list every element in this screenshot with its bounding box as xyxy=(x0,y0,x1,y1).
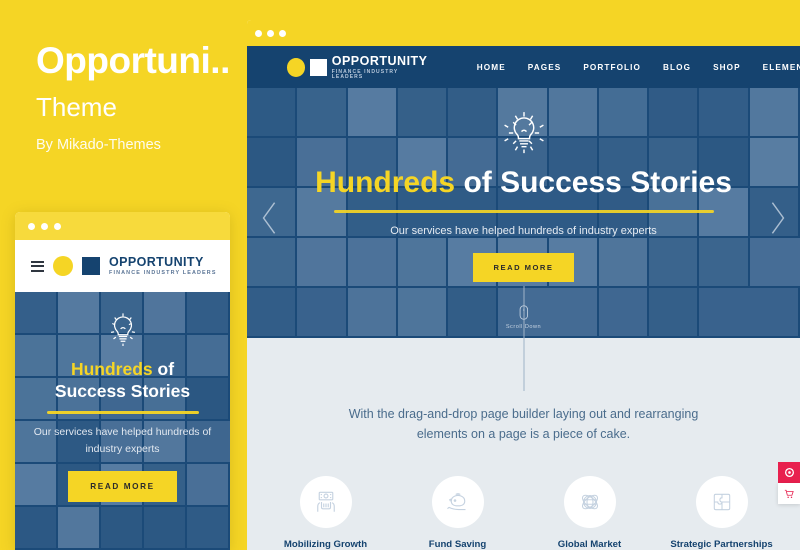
hero-headline: Hundreds of Success Stories xyxy=(315,168,732,198)
brand-name: OPPORTUNITY xyxy=(109,254,204,269)
cart-icon xyxy=(784,489,794,498)
lightbulb-gear-icon xyxy=(110,313,135,347)
feature-title: Mobilizing Growth Capital xyxy=(283,539,368,550)
feature-item[interactable]: Strategic Partnerships Combining top fin… xyxy=(669,476,774,550)
target-icon xyxy=(784,467,794,478)
mobile-headline-line1: Hundreds of xyxy=(71,358,174,380)
intro-line-1: With the drag-and-drop page builder layi… xyxy=(348,407,699,421)
feature-icon-wrap xyxy=(299,476,352,528)
site-navbar: OPPORTUNITY FINANCE INDUSTRY LEADERS HOM… xyxy=(247,46,800,88)
window-dot-close-icon xyxy=(255,29,262,37)
mobile-hero-section: Hundreds of Success Stories Our services… xyxy=(15,292,230,550)
scroll-down-indicator[interactable]: Scroll Down xyxy=(506,305,541,330)
nav-item-pages[interactable]: PAGES xyxy=(528,63,562,72)
brand-name: OPPORTUNITY xyxy=(331,53,428,68)
nav-item-elements[interactable]: ELEMENTS xyxy=(763,63,800,72)
feature-title: Global Market Analysis xyxy=(557,539,622,550)
window-dot-minimize-icon xyxy=(267,29,274,37)
globe-atom-icon xyxy=(581,494,598,510)
brand-logo[interactable]: OPPORTUNITY FINANCE INDUSTRY LEADERS xyxy=(109,256,217,276)
mobile-read-more-button[interactable]: READ MORE xyxy=(68,471,177,503)
hero-headline-rest: of Success Stories xyxy=(455,166,732,199)
content-section: With the drag-and-drop page builder layi… xyxy=(247,286,800,550)
hero-description: Our services have helped hundreds of ind… xyxy=(390,225,657,237)
main-menu: HOME PAGES PORTFOLIO BLOG SHOP ELEMENTS xyxy=(477,63,800,72)
brand-logo[interactable]: OPPORTUNITY FINANCE INDUSTRY LEADERS xyxy=(287,53,429,80)
feature-icon-wrap xyxy=(563,476,616,528)
hero-slider: Hundreds of Success Stories Our services… xyxy=(247,88,800,338)
promo-subtitle: Theme xyxy=(36,92,117,122)
hero-read-more-button[interactable]: READ MORE xyxy=(472,253,575,282)
intro-paragraph: With the drag-and-drop page builder layi… xyxy=(247,404,800,445)
feature-item[interactable]: Fund Saving Strategies Combining top fin… xyxy=(405,476,510,550)
nav-item-portfolio[interactable]: PORTFOLIO xyxy=(583,63,641,72)
feature-item[interactable]: Global Market Analysis Combining top fin… xyxy=(537,476,642,550)
nav-item-shop[interactable]: SHOP xyxy=(713,63,741,72)
feature-item[interactable]: Mobilizing Growth Capital Combining top … xyxy=(273,476,378,550)
nav-item-home[interactable]: HOME xyxy=(477,63,506,72)
mobile-headline-rest: of xyxy=(152,359,175,379)
intro-line-2: elements on a page is a piece of cake. xyxy=(416,427,631,442)
page-title: Opportuni.. xyxy=(36,40,230,81)
purchase-widget-button[interactable] xyxy=(778,462,800,483)
hamburger-menu-icon[interactable] xyxy=(31,260,44,272)
logo-circle-icon xyxy=(287,57,306,77)
puzzle-icon xyxy=(713,493,730,511)
floating-side-widgets xyxy=(778,462,800,504)
feature-icon-wrap xyxy=(431,476,484,528)
promo-author: By Mikado-Themes xyxy=(36,137,161,153)
logo-circle-icon xyxy=(53,256,73,276)
mobile-navbar: OPPORTUNITY FINANCE INDUSTRY LEADERS xyxy=(15,240,230,292)
mouse-icon xyxy=(519,305,528,320)
hands-money-icon xyxy=(316,491,335,512)
divider xyxy=(333,210,714,213)
nav-item-blog[interactable]: BLOG xyxy=(663,63,691,72)
mobile-headline-highlight: Hundreds xyxy=(70,359,153,379)
brand-tagline: FINANCE INDUSTRY LEADERS xyxy=(331,68,399,80)
hero-headline-highlight: Hundreds xyxy=(315,166,456,199)
lightbulb-gear-icon xyxy=(503,112,544,154)
feature-icon-wrap xyxy=(695,476,748,528)
mobile-headline-line2: Success Stories xyxy=(54,381,191,402)
window-dot-close-icon xyxy=(28,222,35,230)
features-row: Mobilizing Growth Capital Combining top … xyxy=(247,476,800,550)
scroll-down-label: Scroll Down xyxy=(505,324,542,330)
hero-prev-arrow-icon[interactable] xyxy=(261,201,278,240)
hero-next-arrow-icon[interactable] xyxy=(769,201,786,240)
window-dot-maximize-icon xyxy=(279,29,286,37)
brand-tagline: FINANCE INDUSTRY LEADERS xyxy=(109,269,217,276)
window-dot-maximize-icon xyxy=(54,222,61,230)
window-dot-minimize-icon xyxy=(41,222,48,230)
browser-titlebar xyxy=(247,20,800,46)
mobile-preview-mockup: OPPORTUNITY FINANCE INDUSTRY LEADERS Hun… xyxy=(15,212,230,550)
logo-square-icon xyxy=(310,58,327,76)
mobile-hero-description: Our services have helped hundreds of ind… xyxy=(33,425,212,456)
desktop-preview-mockup: OPPORTUNITY FINANCE INDUSTRY LEADERS HOM… xyxy=(247,20,800,550)
cart-widget-button[interactable] xyxy=(778,483,800,504)
mobile-titlebar xyxy=(15,212,230,240)
piggy-bank-hand-icon xyxy=(446,493,465,511)
feature-title: Strategic Partnerships xyxy=(670,539,773,550)
divider xyxy=(46,410,199,414)
logo-square-icon xyxy=(82,257,100,275)
feature-title: Fund Saving Strategies xyxy=(428,539,487,550)
